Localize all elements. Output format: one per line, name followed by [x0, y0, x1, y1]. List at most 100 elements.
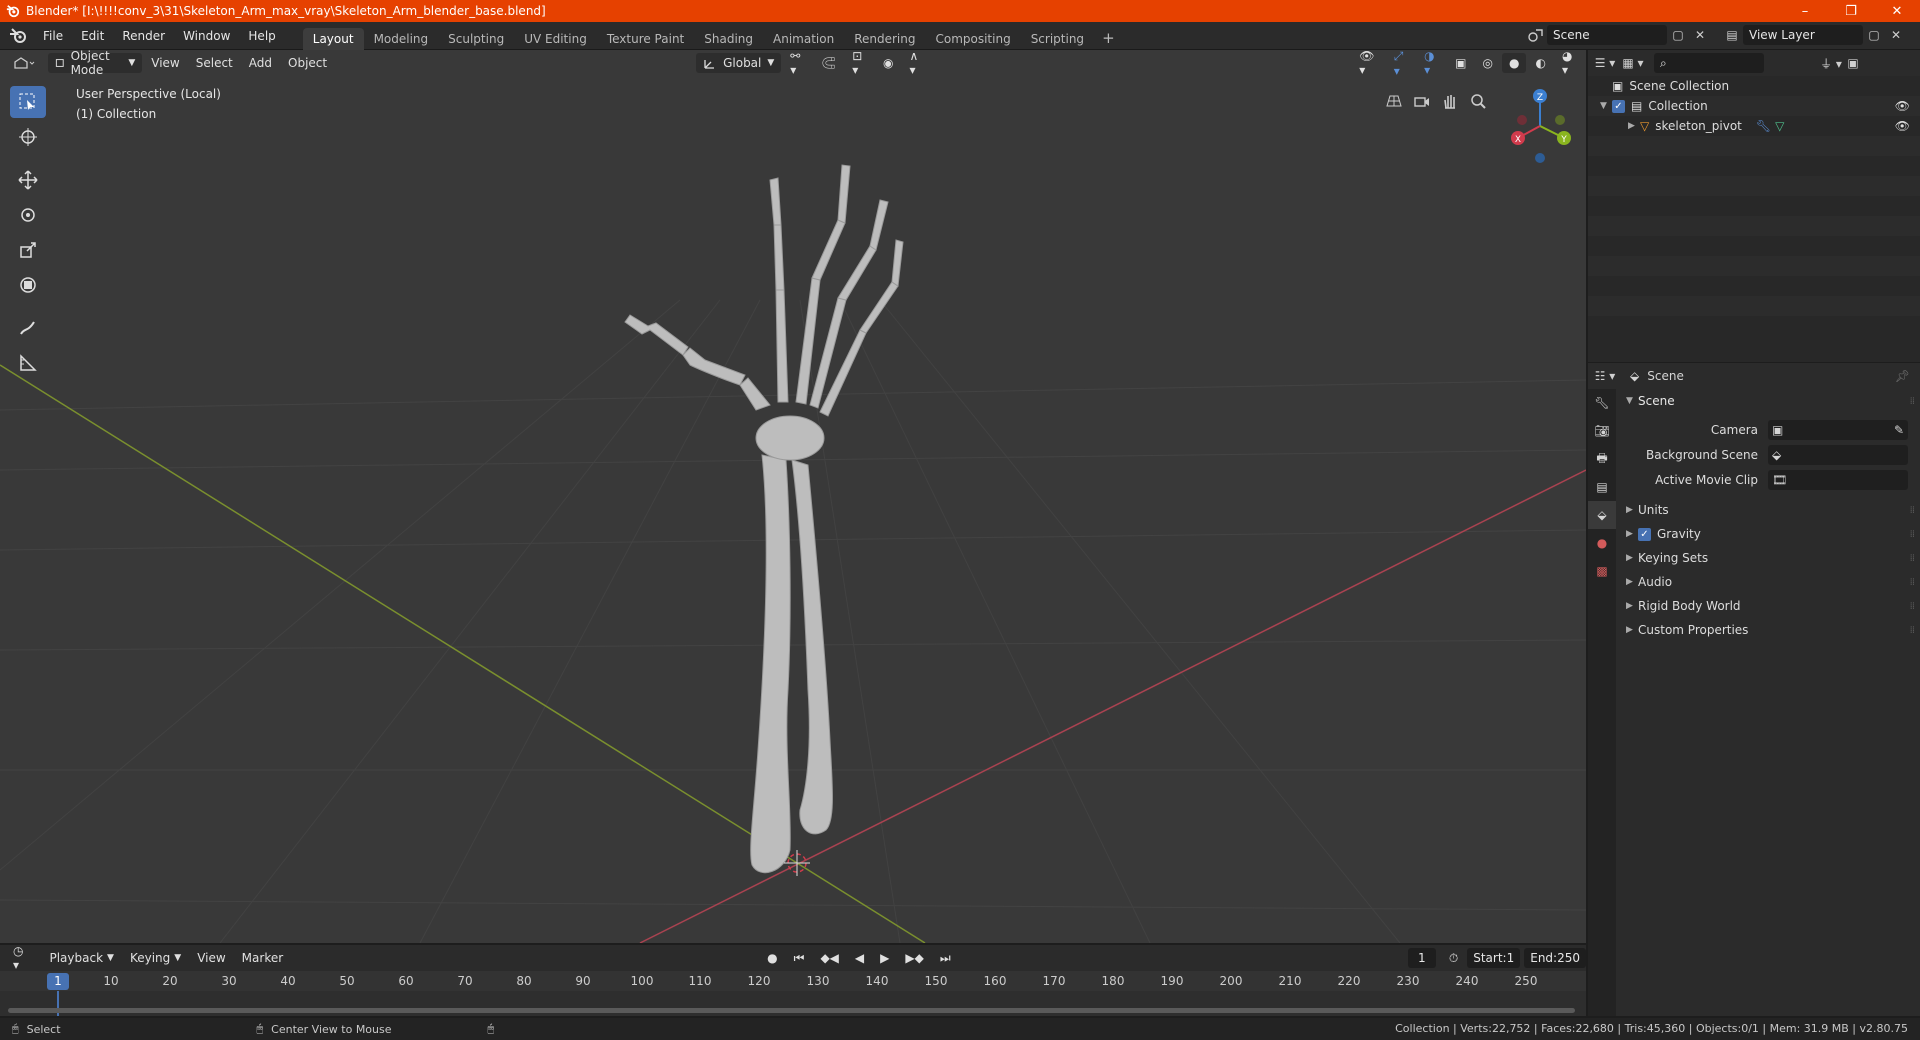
close-button[interactable]: ✕	[1874, 0, 1920, 22]
active-movie-clip-field[interactable]: 🎞︎	[1768, 469, 1908, 490]
menu-window[interactable]: Window	[174, 22, 239, 50]
outliner-row-scene-collection[interactable]: ▣ Scene Collection	[1588, 76, 1920, 96]
keying-sets-panel-header[interactable]: ▶ Keying Sets ⁞⁞	[1616, 546, 1920, 570]
shading-material-icon[interactable]: ◐	[1528, 53, 1552, 73]
3d-viewport[interactable]: Object Mode ▼ View Select Add Object Glo…	[0, 50, 1586, 943]
playback-menu[interactable]: Playback ▼	[42, 948, 120, 968]
menu-help[interactable]: Help	[239, 22, 284, 50]
menu-file[interactable]: File	[34, 22, 72, 50]
transform-tool[interactable]	[10, 269, 46, 301]
tab-texture-paint[interactable]: Texture Paint	[597, 28, 694, 50]
play-reverse-button[interactable]: ◀	[848, 948, 871, 968]
tab-shading[interactable]: Shading	[694, 28, 763, 50]
outliner-row-skeleton-pivot[interactable]: ▶ ▽ skeleton_pivot 🔧︎ ▽ 👁︎	[1588, 116, 1920, 136]
custom-properties-panel-header[interactable]: ▶ Custom Properties ⁞⁞	[1616, 618, 1920, 642]
zoom-icon[interactable]	[1464, 88, 1492, 114]
visibility-icon[interactable]: 👁︎ ▾	[1352, 50, 1385, 77]
overlays-toggle-icon[interactable]: ◑ ▾	[1417, 50, 1446, 77]
tab-layout[interactable]: Layout	[302, 27, 364, 50]
record-button[interactable]: ●	[760, 948, 784, 968]
viewport-menu-view[interactable]: View	[144, 53, 186, 73]
rigid-body-world-panel-header[interactable]: ▶ Rigid Body World ⁞⁞	[1616, 594, 1920, 618]
blender-menu-icon[interactable]	[8, 26, 28, 46]
falloff-icon[interactable]: ∧ ▾	[902, 50, 930, 77]
pin-icon[interactable]: 📌︎	[1895, 369, 1910, 383]
menu-edit[interactable]: Edit	[72, 22, 113, 50]
scene-panel-header[interactable]: ▼ Scene ⁞⁞	[1616, 389, 1920, 413]
tab-compositing[interactable]: Compositing	[925, 28, 1020, 50]
timeline-editor-type-icon[interactable]: ◷ ▾	[6, 944, 30, 972]
current-frame-field[interactable]: 1	[1407, 948, 1436, 968]
outliner-row-collection[interactable]: ▼ ✓ ▤ Collection 👁︎	[1588, 96, 1920, 116]
tab-modeling[interactable]: Modeling	[364, 28, 439, 50]
keying-menu[interactable]: Keying ▼	[123, 948, 188, 968]
viewport-menu-add[interactable]: Add	[242, 53, 279, 73]
jump-start-button[interactable]: ⏮	[787, 948, 812, 968]
tab-animation[interactable]: Animation	[763, 28, 844, 50]
audio-panel-header[interactable]: ▶ Audio ⁞⁞	[1616, 570, 1920, 594]
viewport-menu-select[interactable]: Select	[189, 53, 240, 73]
proportional-edit-icon[interactable]: ◉	[876, 53, 900, 73]
menu-render[interactable]: Render	[113, 22, 174, 50]
tab-uv-editing[interactable]: UV Editing	[514, 28, 597, 50]
tab-rendering[interactable]: Rendering	[844, 28, 925, 50]
editor-type-icon[interactable]	[6, 53, 42, 73]
tab-view-layer[interactable]: ▤	[1588, 473, 1616, 501]
tab-sculpting[interactable]: Sculpting	[438, 28, 514, 50]
scale-tool[interactable]	[10, 234, 46, 266]
pan-hand-icon[interactable]	[1436, 88, 1464, 114]
drag-handle-icon[interactable]: ⁞⁞	[1910, 577, 1915, 588]
snap-target-icon[interactable]: ⊡ ▾	[845, 50, 874, 77]
tab-render[interactable]: 📷︎	[1588, 417, 1616, 445]
timeline-ruler[interactable]: 1 10 20 30 40 50 60 70 80 90 100 110 120…	[0, 971, 1586, 991]
view-layer-icon[interactable]: ▤	[1721, 25, 1743, 45]
mesh-data-icon[interactable]: ▽	[1775, 119, 1784, 133]
display-mode-icon[interactable]: ▦ ▾	[1622, 53, 1644, 73]
expand-triangle-icon[interactable]: ▼	[1600, 101, 1612, 111]
prev-keyframe-button[interactable]: ◆◀	[813, 948, 845, 968]
exclude-checkbox[interactable]: ✓	[1612, 99, 1625, 113]
gravity-checkbox[interactable]: ✓	[1638, 527, 1651, 541]
gizmo-toggle-icon[interactable]: ⤢ ▾	[1387, 50, 1415, 78]
navigation-gizmo[interactable]: Z Y X	[1500, 82, 1580, 172]
outliner-editor-type-icon[interactable]: ☰ ▾	[1594, 53, 1616, 73]
units-panel-header[interactable]: ▶ Units ⁞⁞	[1616, 498, 1920, 522]
move-tool[interactable]	[10, 164, 46, 196]
select-box-tool[interactable]	[10, 86, 46, 118]
drag-handle-icon[interactable]: ⁞⁞	[1910, 396, 1915, 407]
tab-output[interactable]: 🖶︎	[1588, 445, 1616, 473]
drag-handle-icon[interactable]: ⁞⁞	[1910, 529, 1915, 540]
stopwatch-icon[interactable]: ⏱	[1442, 948, 1465, 968]
playhead-frame-indicator[interactable]: 1	[47, 973, 69, 990]
new-scene-icon[interactable]: ▢	[1667, 25, 1689, 45]
eyedropper-icon[interactable]: ✎	[1894, 423, 1904, 437]
new-view-layer-icon[interactable]: ▢	[1863, 25, 1885, 45]
tab-tool[interactable]: 🔧︎	[1588, 389, 1616, 417]
delete-view-layer-icon[interactable]: ✕	[1885, 25, 1907, 45]
jump-end-button[interactable]: ⏭	[933, 948, 958, 968]
toggle-ortho-icon[interactable]	[1380, 88, 1408, 114]
marker-menu[interactable]: Marker	[235, 948, 290, 968]
timeline-scrollbar[interactable]	[8, 1008, 1575, 1013]
delete-scene-icon[interactable]: ✕	[1689, 25, 1711, 45]
eye-icon[interactable]: 👁︎	[1895, 119, 1910, 133]
tab-scene[interactable]: ⬙	[1588, 501, 1616, 529]
end-frame-field[interactable]: End: 250	[1524, 948, 1586, 968]
cursor-tool[interactable]	[10, 121, 46, 153]
view-layer-field[interactable]: View Layer	[1743, 25, 1863, 45]
orientation-dropdown[interactable]: Global ▼	[696, 53, 782, 73]
mode-dropdown[interactable]: Object Mode ▼	[48, 50, 143, 77]
drag-handle-icon[interactable]: ⁞⁞	[1910, 505, 1915, 516]
drag-handle-icon[interactable]: ⁞⁞	[1910, 601, 1915, 612]
modifier-wrench-icon[interactable]: 🔧︎	[1756, 119, 1771, 133]
shading-rendered-icon[interactable]: ◕ ▾	[1555, 50, 1584, 77]
camera-field[interactable]: ▣ ✎	[1768, 419, 1908, 440]
expand-triangle-icon[interactable]: ▶	[1628, 121, 1640, 131]
shading-wireframe-icon[interactable]: ◎	[1476, 53, 1500, 73]
snap-icon[interactable]: 🧲︎	[814, 53, 843, 73]
scene-name-field[interactable]: Scene	[1547, 25, 1667, 45]
tab-world[interactable]: ●	[1588, 529, 1616, 557]
xray-toggle-icon[interactable]: ▣	[1448, 53, 1473, 73]
start-frame-field[interactable]: Start: 1	[1467, 948, 1521, 968]
restore-button[interactable]: ❐	[1828, 0, 1874, 22]
